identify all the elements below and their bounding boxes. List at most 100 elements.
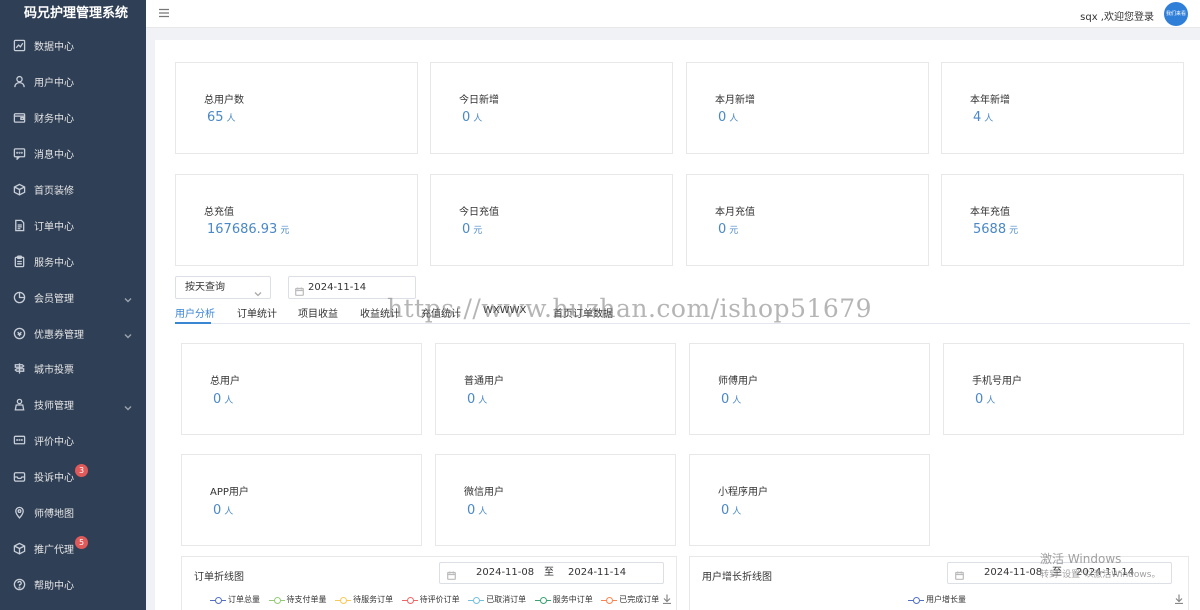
sidebar: 码兄护理管理系统 数据中心 用户中心 财务中心 消息中心 首页装修 订单中心 服… (0, 0, 146, 610)
stat-value: 0 (467, 392, 476, 407)
sidebar-item-home-decoration[interactable]: 首页装修 (0, 172, 146, 208)
sidebar-item-finance-center[interactable]: 财务中心 (0, 100, 146, 136)
legend-item[interactable]: 待服务订单 (335, 594, 393, 605)
order-chart-panel: 订单折线图 2024-11-08 至 2024-11-14 订单总量 待支付单量… (181, 556, 677, 610)
chevron-down-icon (124, 293, 132, 303)
sidebar-item-member-management[interactable]: 会员管理 (0, 279, 146, 315)
stat-unit: 人 (224, 396, 234, 406)
sidebar-item-message-center[interactable]: 消息中心 (0, 136, 146, 172)
user-card-normal: 普通用户 0人 (435, 343, 676, 435)
legend-label: 已取消订单 (486, 595, 527, 604)
menu-toggle-icon[interactable] (158, 7, 172, 21)
sidebar-item-city-vote[interactable]: 城市投票 (0, 351, 146, 387)
document-icon (12, 218, 26, 232)
legend-label: 待服务订单 (353, 595, 394, 604)
complaint-count-badge: 3 (75, 464, 88, 478)
tab-recharge-stats[interactable]: 充值统计 (421, 305, 461, 320)
stat-card-month-recharge: 本月充值 0元 (686, 174, 929, 266)
sidebar-item-label: 订单中心 (34, 221, 74, 233)
avatar[interactable]: 我们来看 (1164, 2, 1188, 26)
tab-user-analysis[interactable]: 用户分析 (175, 305, 215, 320)
tab-home-order-data[interactable]: 首页订单数据 (553, 305, 613, 320)
clipboard-icon (12, 254, 26, 268)
legend-item[interactable]: 用户增长量 (908, 594, 966, 605)
user-card-app: APP用户 0人 (181, 454, 422, 546)
user-chart-title: 用户增长折线图 (702, 572, 772, 583)
stat-unit: 元 (1009, 226, 1019, 236)
legend-item[interactable]: 待支付单量 (268, 594, 327, 605)
tab-project-revenue[interactable]: 项目收益 (298, 305, 338, 320)
app-title: 码兄护理管理系统 (0, 0, 146, 28)
order-date-range[interactable]: 2024-11-08 至 2024-11-14 (439, 562, 664, 584)
range-start: 2024-11-08 (476, 567, 535, 578)
help-icon (12, 577, 26, 591)
main-content: 总用户数 65 人 今日新增 0人 本月新增 0人 本年新增 4人 总充值 167… (155, 40, 1200, 610)
stat-title: 本月新增 (715, 95, 755, 106)
sidebar-item-promotion-agent[interactable]: 推广代理 5 (0, 530, 146, 566)
box-icon (12, 183, 26, 197)
download-icon[interactable] (662, 593, 672, 605)
stat-value-wrap: 5688 元 (973, 222, 1018, 237)
agent-count-badge: 5 (75, 535, 88, 549)
sidebar-item-data-center[interactable]: 数据中心 (0, 28, 146, 64)
sidebar-item-label: 推广代理 (34, 544, 74, 556)
stat-unit: 元 (280, 226, 290, 236)
stat-title: 本年充值 (970, 207, 1010, 218)
tab-order-stats[interactable]: 订单统计 (237, 305, 277, 320)
stat-value-wrap: 0人 (721, 503, 741, 518)
tab-revenue-stats[interactable]: 收益统计 (360, 305, 400, 320)
legend-swatch (268, 596, 285, 604)
stat-value: 0 (721, 392, 730, 407)
tab-wxwwx[interactable]: WXWWX (483, 305, 526, 316)
stat-value: 167686.93 (207, 222, 278, 237)
user-card-phone: 手机号用户 0人 (943, 343, 1184, 435)
legend-item[interactable]: 订单总量 (210, 594, 260, 605)
stat-unit: 人 (732, 396, 742, 406)
sidebar-item-label: 技师管理 (34, 401, 74, 413)
sidebar-item-master-map[interactable]: 师傅地图 (0, 495, 146, 531)
stat-title: 手机号用户 (972, 376, 1022, 387)
stat-value: 5688 (973, 222, 1007, 237)
windows-activate-subtext: 转到"设置"以激活Windows。 (1040, 570, 1161, 580)
chart-icon (12, 39, 26, 53)
range-end: 2024-11-14 (568, 567, 627, 578)
date-picker[interactable]: 2024-11-14 (288, 276, 416, 299)
legend-item[interactable]: 待评价订单 (401, 594, 460, 605)
sidebar-item-label: 消息中心 (34, 150, 74, 162)
windows-activate-text: 激活 Windows (1040, 552, 1122, 566)
legend-item[interactable]: 已取消订单 (468, 594, 526, 605)
stat-unit: 元 (473, 226, 483, 236)
sidebar-item-complaint-center[interactable]: 投诉中心 3 (0, 459, 146, 495)
legend-label: 订单总量 (228, 595, 260, 604)
sidebar-item-label: 投诉中心 (34, 473, 74, 485)
stat-title: 总用户数 (204, 95, 244, 106)
complaint-icon (12, 470, 26, 484)
sidebar-item-help-center[interactable]: 帮助中心 (0, 566, 146, 602)
legend-swatch (335, 596, 352, 604)
stat-value-wrap: 0人 (975, 392, 995, 407)
sidebar-item-label: 城市投票 (34, 365, 74, 377)
stat-value-wrap: 0元 (718, 222, 738, 237)
chevron-down-icon (124, 329, 132, 339)
sidebar-item-review-center[interactable]: 评价中心 (0, 423, 146, 459)
sidebar-item-label: 优惠券管理 (34, 329, 84, 341)
download-icon[interactable] (1174, 593, 1184, 605)
sidebar-item-service-center[interactable]: 服务中心 (0, 243, 146, 279)
sidebar-item-user-center[interactable]: 用户中心 (0, 64, 146, 100)
active-tab-indicator (175, 322, 211, 324)
stat-value-wrap: 167686.93 元 (207, 222, 289, 237)
sidebar-item-technician-management[interactable]: 技师管理 (0, 387, 146, 423)
stat-card-month-new: 本月新增 0人 (686, 62, 929, 154)
sidebar-item-label: 首页装修 (34, 186, 74, 197)
legend-item[interactable]: 已完成订单 (601, 594, 659, 605)
query-mode-select[interactable]: 按天查询 (175, 276, 271, 299)
sidebar-item-coupon-management[interactable]: 优惠券管理 (0, 315, 146, 351)
stat-value: 0 (213, 392, 222, 407)
stat-value: 65 (207, 110, 224, 125)
stat-value-wrap: 0元 (462, 222, 482, 237)
sidebar-item-order-center[interactable]: 订单中心 (0, 207, 146, 243)
stat-card-total-users: 总用户数 65 人 (175, 62, 418, 154)
legend-item[interactable]: 服务中订单 (534, 594, 593, 605)
stat-title: 小程序用户 (718, 487, 768, 498)
range-separator: 至 (544, 567, 554, 578)
